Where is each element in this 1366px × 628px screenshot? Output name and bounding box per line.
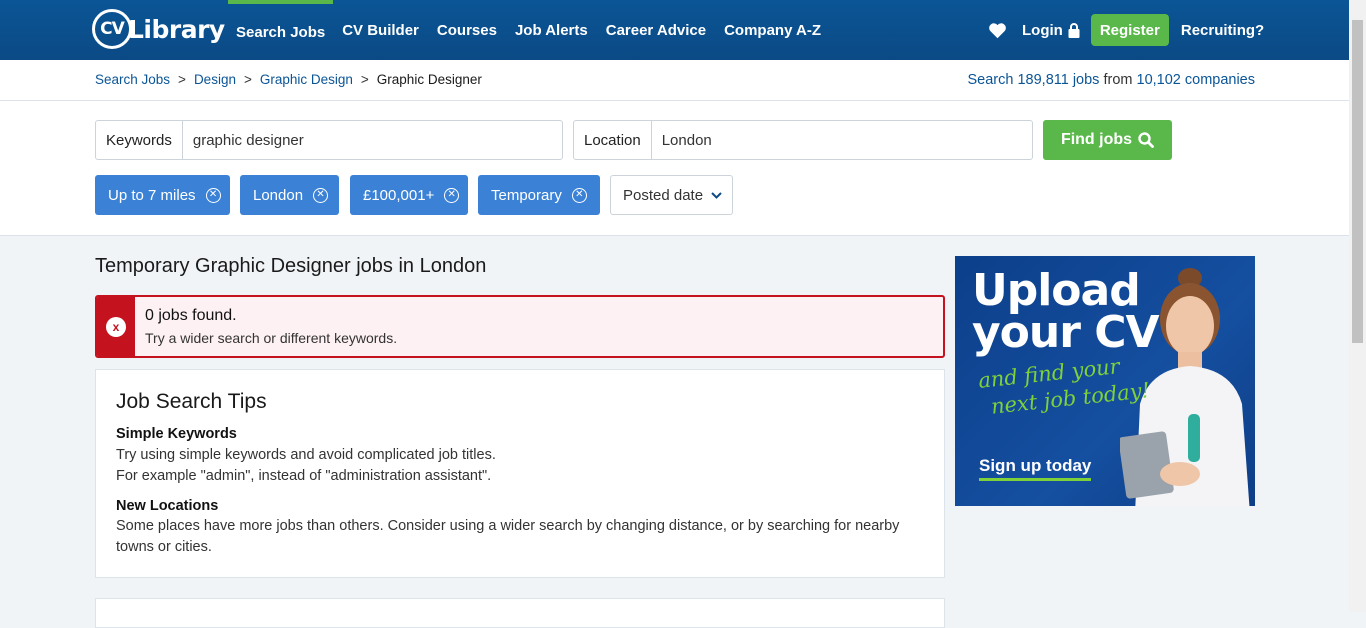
breadcrumb-separator: >	[360, 72, 369, 87]
heart-icon[interactable]	[988, 22, 1007, 39]
sort-dropdown[interactable]: Posted date	[610, 175, 733, 215]
keywords-field: Keywords graphic designer	[95, 120, 563, 160]
breadcrumb: Search Jobs > Design > Graphic Design > …	[95, 72, 482, 87]
search-icon	[1138, 132, 1154, 148]
error-icon: x	[106, 316, 126, 337]
alert-title: 0 jobs found.	[145, 307, 237, 324]
remove-filter-icon[interactable]: ✕	[313, 187, 329, 203]
keywords-input[interactable]: graphic designer	[183, 132, 304, 149]
alert-side: x	[97, 297, 135, 356]
recruiting-link[interactable]: Recruiting?	[1181, 0, 1264, 60]
breadcrumb-bar: Search Jobs > Design > Graphic Design > …	[0, 60, 1349, 101]
filter-chip-label: Temporary	[491, 186, 562, 204]
cv-library-logo[interactable]: CV Library	[92, 9, 225, 49]
no-results-alert: x 0 jobs found. Try a wider search or di…	[95, 295, 945, 358]
nav-courses[interactable]: Courses	[428, 0, 506, 60]
filter-chip-label: London	[253, 186, 304, 204]
register-button[interactable]: Register	[1090, 14, 1169, 46]
search-panel: Keywords graphic designer Location Londo…	[0, 101, 1349, 236]
nav-job-alerts[interactable]: Job Alerts	[506, 0, 597, 60]
location-input[interactable]: London	[652, 132, 712, 149]
upload-cv-advert[interactable]: Upload your CV and find your next job to…	[955, 256, 1255, 506]
filter-chip-label: £100,001+	[363, 186, 435, 204]
filter-chip-job-type[interactable]: Temporary ✕	[478, 175, 600, 215]
remove-filter-icon[interactable]: ✕	[571, 187, 587, 203]
stats-jobs-link[interactable]: 189,811 jobs	[1017, 72, 1099, 88]
breadcrumb-design[interactable]: Design	[194, 72, 236, 87]
job-search-tips-card: Job Search Tips Simple Keywords Try usin…	[95, 369, 945, 578]
main-nav: Search Jobs CV Builder Courses Job Alert…	[228, 0, 830, 60]
chevron-down-icon	[711, 191, 722, 199]
logo-cv-mark: CV	[92, 9, 132, 49]
tip-text-line: For example "admin", instead of "adminis…	[116, 468, 492, 484]
user-nav: Login Register Recruiting?	[988, 0, 1264, 60]
tip-heading: New Locations	[116, 498, 219, 514]
nav-career-advice[interactable]: Career Advice	[597, 0, 715, 60]
nav-company-a-z[interactable]: Company A-Z	[715, 0, 830, 60]
login-link[interactable]: Login	[1022, 0, 1080, 60]
find-jobs-label: Find jobs	[1060, 131, 1133, 148]
breadcrumb-search-jobs[interactable]: Search Jobs	[95, 72, 170, 87]
next-card	[95, 598, 945, 628]
logo-wordmark: Library	[128, 14, 225, 44]
nav-cv-builder[interactable]: CV Builder	[333, 0, 428, 60]
job-stats: Search 189,811 jobs from 10,102 companie…	[967, 72, 1255, 88]
breadcrumb-graphic-design[interactable]: Graphic Design	[260, 72, 353, 87]
login-label: Login	[1022, 21, 1063, 39]
tips-title: Job Search Tips	[116, 390, 267, 413]
location-field: Location London	[573, 120, 1033, 160]
remove-filter-icon[interactable]: ✕	[205, 187, 221, 203]
filter-chip-location[interactable]: London ✕	[240, 175, 339, 215]
breadcrumb-separator: >	[178, 72, 186, 87]
remove-filter-icon[interactable]: ✕	[444, 187, 459, 203]
alert-text: Try a wider search or different keywords…	[145, 330, 398, 346]
breadcrumb-current: Graphic Designer	[376, 72, 482, 87]
stats-middle: from	[1103, 72, 1133, 88]
tip-text-line: towns or cities.	[116, 539, 212, 555]
stats-prefix: Search	[967, 72, 1014, 88]
tip-heading: Simple Keywords	[116, 426, 237, 442]
top-navigation-bar: CV Library Search Jobs CV Builder Course…	[0, 0, 1349, 60]
tip-text-line: Try using simple keywords and avoid comp…	[116, 447, 496, 463]
lock-icon	[1068, 22, 1080, 38]
ad-headline: Upload your CV	[972, 265, 1160, 358]
breadcrumb-separator: >	[243, 72, 252, 87]
filter-chip-distance[interactable]: Up to 7 miles ✕	[95, 175, 230, 215]
tip-text-line: Some places have more jobs than others. …	[116, 518, 900, 534]
keywords-label: Keywords	[96, 121, 183, 159]
find-jobs-button[interactable]: Find jobs	[1043, 120, 1172, 160]
location-label: Location	[574, 121, 652, 159]
nav-search-jobs[interactable]: Search Jobs	[228, 0, 334, 60]
ad-headline-line: your CV	[972, 307, 1160, 358]
stats-companies-link[interactable]: 10,102 companies	[1137, 72, 1256, 88]
ad-headline-line: Upload	[972, 265, 1141, 316]
results-title: Temporary Graphic Designer jobs in Londo…	[95, 255, 487, 277]
page-scrollbar-thumb[interactable]	[1352, 20, 1363, 343]
sort-label: Posted date	[623, 186, 704, 204]
filter-chip-label: Up to 7 miles	[108, 186, 196, 204]
filter-chip-salary[interactable]: £100,001+ ✕	[350, 175, 468, 215]
ad-signup-link[interactable]: Sign up today	[979, 456, 1092, 481]
